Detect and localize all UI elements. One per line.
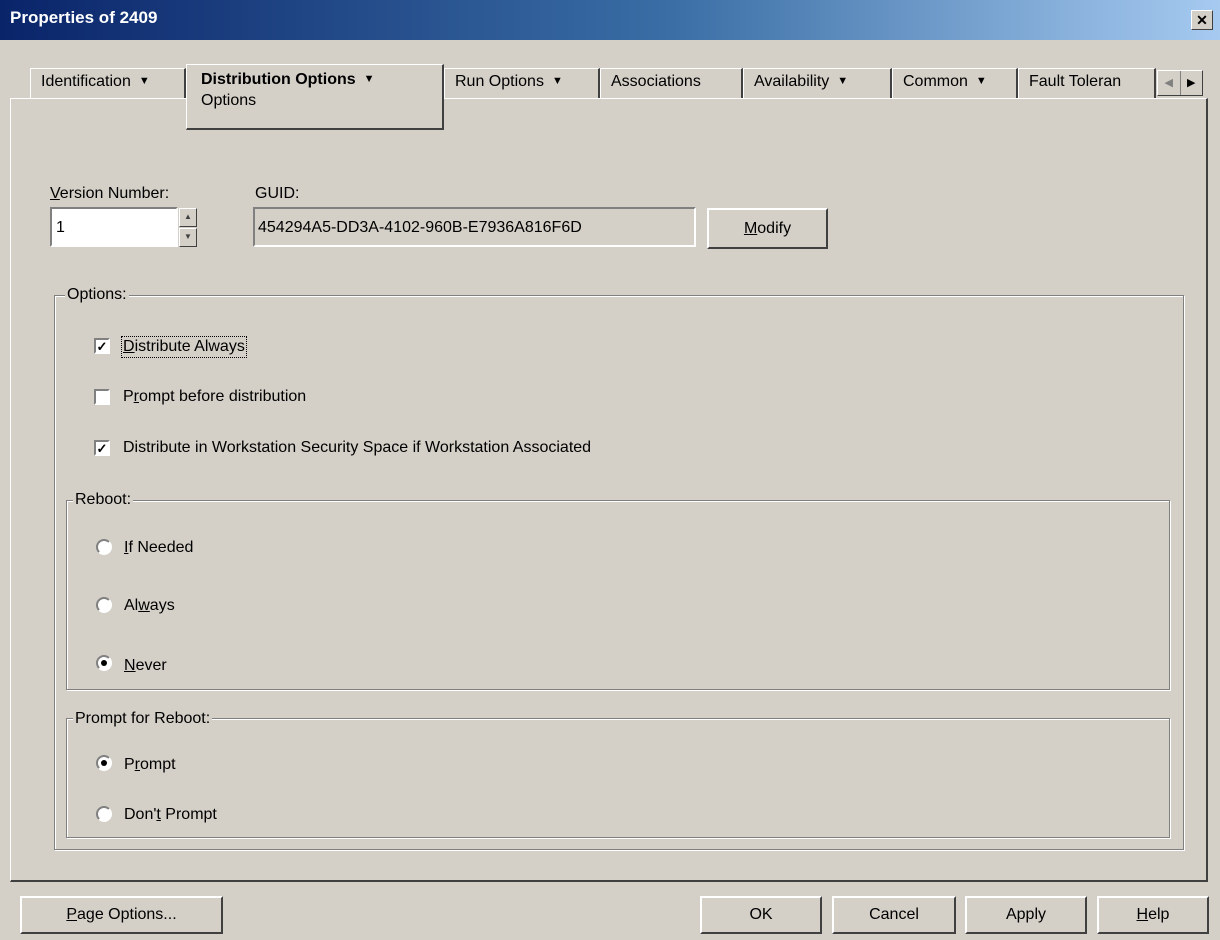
prompt-for-reboot-group <box>66 718 1170 838</box>
tab-scroll-buttons: ◀ ▶ <box>1157 70 1203 96</box>
help-button[interactable]: Help <box>1097 896 1209 934</box>
ok-button[interactable]: OK <box>700 896 822 934</box>
guid-field: 454294A5-DD3A-4102-960B-E7936A816F6D <box>253 207 696 247</box>
reboot-group-label: Reboot: <box>73 491 134 509</box>
version-number-label: Version Number: <box>50 185 170 202</box>
tab-label: Run Options <box>455 73 544 90</box>
workstation-security-label[interactable]: Distribute in Workstation Security Space… <box>123 439 591 457</box>
dont-prompt-radio[interactable] <box>96 806 112 822</box>
close-button[interactable]: ✕ <box>1191 10 1213 30</box>
page-options-button[interactable]: Page Options... <box>20 896 223 934</box>
tab-associations[interactable]: Associations <box>600 68 743 98</box>
prompt-for-reboot-group-label: Prompt for Reboot: <box>73 710 213 728</box>
dropdown-arrow-icon: ▼ <box>363 73 375 85</box>
tab-identification[interactable]: Identification ▼ <box>30 68 186 98</box>
dropdown-arrow-icon: ▼ <box>975 75 987 87</box>
tab-common[interactable]: Common ▼ <box>892 68 1018 98</box>
dropdown-arrow-icon: ▼ <box>138 75 150 87</box>
title-bar <box>0 0 1220 40</box>
tab-distribution-options[interactable]: Distribution Options ▼ Options <box>186 64 444 130</box>
tab-label: Availability <box>754 73 830 90</box>
reboot-group <box>66 500 1170 690</box>
modify-button[interactable]: Modify <box>707 208 828 249</box>
reboot-never-label[interactable]: Never <box>124 657 167 675</box>
workstation-security-checkbox[interactable]: ✓ <box>94 440 110 456</box>
dropdown-arrow-icon: ▼ <box>551 75 563 87</box>
spin-down-icon[interactable]: ▼ <box>179 228 197 247</box>
prompt-before-distribution-label[interactable]: Prompt before distribution <box>123 388 306 406</box>
tab-label: Fault Toleran <box>1029 73 1122 90</box>
reboot-if-needed-label[interactable]: If Needed <box>124 539 193 557</box>
tab-label: Associations <box>611 73 701 90</box>
version-number-input[interactable]: 1 <box>50 207 178 247</box>
dropdown-arrow-icon: ▼ <box>837 75 849 87</box>
reboot-always-radio[interactable] <box>96 597 112 613</box>
prompt-label[interactable]: Prompt <box>124 756 176 774</box>
distribute-always-checkbox[interactable]: ✓ <box>94 338 110 354</box>
prompt-radio[interactable] <box>96 755 112 771</box>
tab-availability[interactable]: Availability ▼ <box>743 68 892 98</box>
cancel-button[interactable]: Cancel <box>832 896 956 934</box>
tab-subpage-options[interactable]: Options <box>201 92 434 110</box>
reboot-if-needed-radio[interactable] <box>96 539 112 555</box>
scroll-left-icon[interactable]: ◀ <box>1158 71 1181 95</box>
reboot-always-label[interactable]: Always <box>124 597 175 615</box>
guid-label: GUID: <box>255 185 300 202</box>
window-title: Properties of 2409 <box>10 8 158 27</box>
scroll-right-icon[interactable]: ▶ <box>1181 71 1203 95</box>
dont-prompt-label[interactable]: Don't Prompt <box>124 806 217 824</box>
tab-run-options[interactable]: Run Options ▼ <box>444 68 600 98</box>
options-group-label: Options: <box>65 286 129 304</box>
reboot-never-radio[interactable] <box>96 655 112 671</box>
prompt-before-distribution-checkbox[interactable] <box>94 389 110 405</box>
tab-label: Distribution Options <box>201 71 356 88</box>
distribute-always-label[interactable]: Distribute Always <box>121 336 247 358</box>
tab-label: Common <box>903 73 968 90</box>
tab-label: Identification <box>41 73 131 90</box>
apply-button[interactable]: Apply <box>965 896 1087 934</box>
spin-up-icon[interactable]: ▲ <box>179 208 197 227</box>
tab-fault-tolerance[interactable]: Fault Toleran <box>1018 68 1156 98</box>
